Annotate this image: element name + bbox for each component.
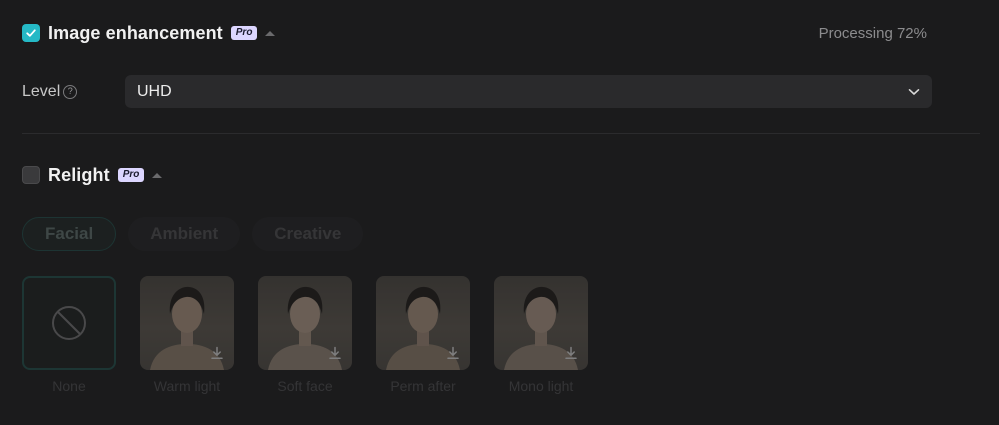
relight-title: Relight [48,164,110,185]
preset-label: None [52,378,86,394]
tab-creative[interactable]: Creative [252,217,364,251]
preset-none-thumbnail[interactable] [22,276,116,370]
image-enhancement-header: Image enhancement Pro Processing 72% [22,20,927,46]
relight-presets: None Warm light Soft face Perm after Mon… [22,276,612,394]
preset-none[interactable]: None [22,276,116,394]
preset-soft-face[interactable]: Soft face [258,276,352,394]
preset-thumbnail[interactable] [140,276,234,370]
processing-status: Processing 72% [818,24,927,42]
image-enhancement-title: Image enhancement [48,22,223,43]
download-icon[interactable] [564,346,578,360]
preset-mono-light[interactable]: Mono light [494,276,588,394]
preset-perm-after[interactable]: Perm after [376,276,470,394]
preset-label: Perm after [390,378,456,394]
settings-panel: Image enhancement Pro Processing 72% Lev… [4,0,999,425]
check-icon [26,29,36,37]
level-select[interactable]: UHD [125,75,932,108]
tab-facial[interactable]: Facial [22,217,117,251]
section-divider [22,133,980,134]
image-enhancement-checkbox[interactable] [22,24,40,42]
download-icon[interactable] [210,346,224,360]
relight-header: Relight Pro [22,162,927,188]
preset-thumbnail[interactable] [376,276,470,370]
pro-badge: Pro [117,168,145,182]
preset-label: Warm light [153,378,221,394]
caret-up-icon[interactable] [265,30,276,36]
question-circle-icon[interactable]: ? [63,84,78,99]
preset-thumbnail[interactable] [258,276,352,370]
download-icon[interactable] [446,346,460,360]
preset-label: Soft face [277,378,333,394]
prohibited-icon [52,306,86,340]
chevron-down-icon [908,88,920,96]
relight-checkbox[interactable] [22,166,40,184]
preset-thumbnail[interactable] [494,276,588,370]
caret-up-icon[interactable] [152,172,163,178]
tab-ambient[interactable]: Ambient [128,217,241,251]
relight-tabs: Facial Ambient Creative [22,216,375,252]
download-icon[interactable] [328,346,342,360]
preset-label: Mono light [508,378,574,394]
preset-warm-light[interactable]: Warm light [140,276,234,394]
pro-badge: Pro [230,26,258,40]
level-label: Level [22,82,61,100]
level-row: Level ? UHD [22,75,932,108]
level-select-value: UHD [137,82,172,100]
